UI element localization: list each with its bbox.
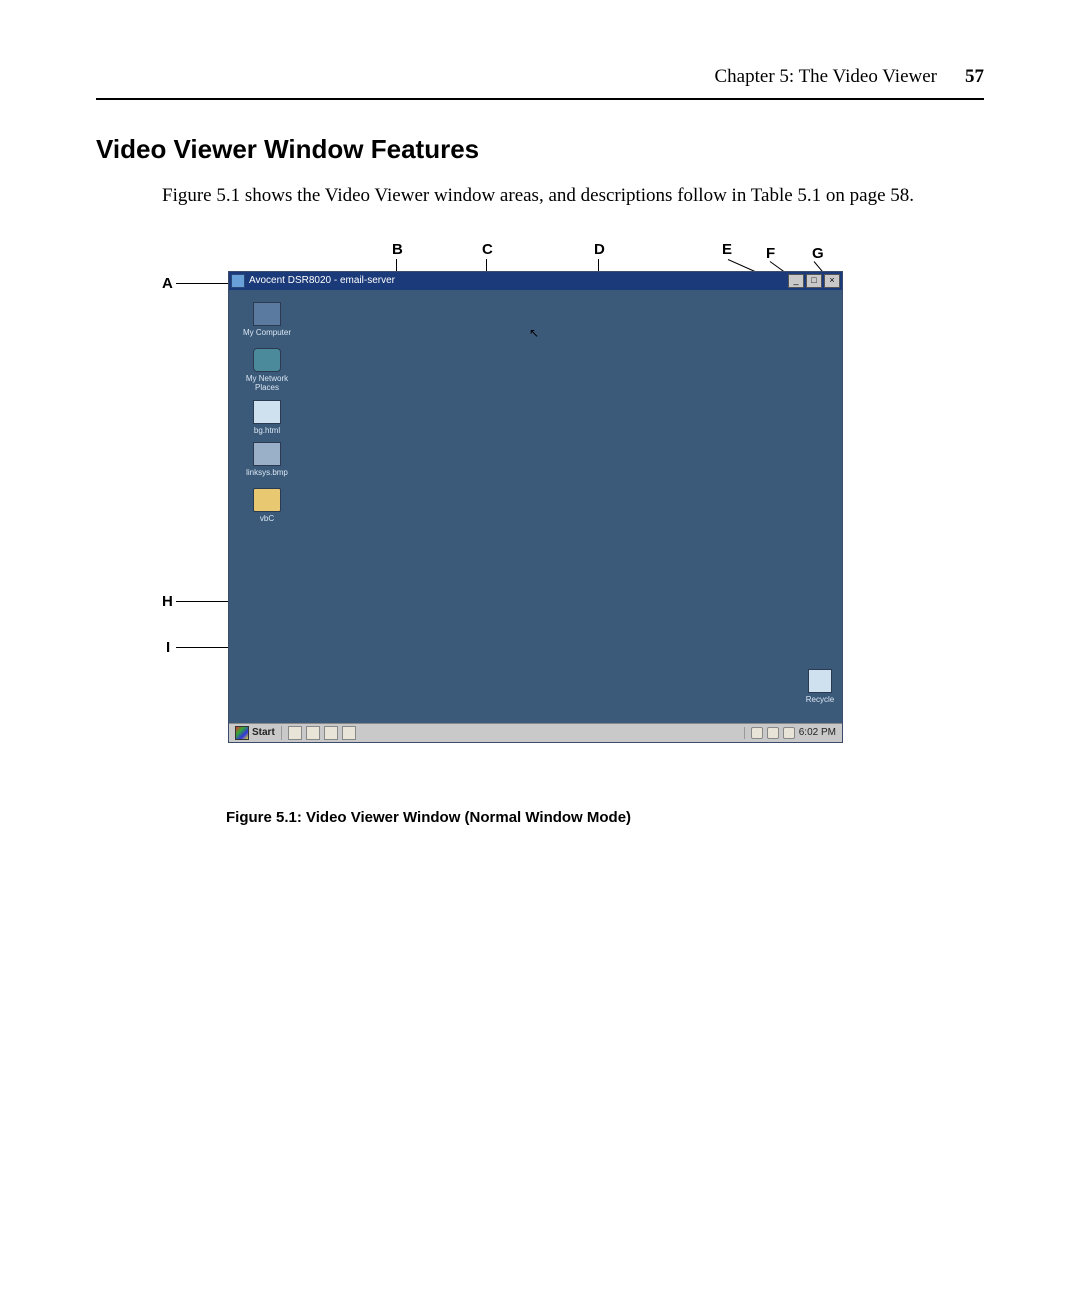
system-tray: 6:02 PM bbox=[744, 727, 842, 739]
quicklaunch-icon[interactable] bbox=[288, 726, 302, 740]
quicklaunch-icon[interactable] bbox=[342, 726, 356, 740]
icon-label: My Network Places bbox=[243, 374, 291, 392]
callout-E: E bbox=[722, 241, 732, 258]
callout-G: G bbox=[812, 245, 824, 262]
tray-icon[interactable] bbox=[767, 727, 779, 739]
callout-D: D bbox=[594, 241, 605, 258]
video-viewer-window: Avocent DSR8020 - email-server _ □ × Fil… bbox=[228, 271, 843, 743]
desktop-icon-linksys[interactable]: linksys.bmp bbox=[243, 442, 291, 477]
quicklaunch-icon[interactable] bbox=[306, 726, 320, 740]
maximize-button[interactable]: □ bbox=[806, 274, 822, 288]
cursor-icon: ↖ bbox=[529, 326, 539, 341]
section-heading: Video Viewer Window Features bbox=[96, 134, 984, 165]
clock: 6:02 PM bbox=[799, 727, 836, 738]
callout-B-label: B bbox=[392, 241, 403, 258]
chapter-label: Chapter 5: The Video Viewer bbox=[715, 66, 938, 88]
callout-F-label: F bbox=[766, 245, 775, 262]
desktop-icon-network[interactable]: My Network Places bbox=[243, 348, 291, 392]
computer-icon bbox=[253, 302, 281, 326]
icon-label: Recycle bbox=[802, 695, 838, 704]
callout-H: H bbox=[162, 593, 173, 610]
window-title: Avocent DSR8020 - email-server bbox=[249, 275, 395, 286]
running-header: Chapter 5: The Video Viewer 57 bbox=[96, 66, 984, 88]
icon-label: vbC bbox=[243, 514, 291, 523]
callout-D-label: D bbox=[594, 241, 605, 258]
app-icon bbox=[231, 274, 245, 288]
icon-label: My Computer bbox=[243, 328, 291, 337]
quicklaunch-icon[interactable] bbox=[324, 726, 338, 740]
icon-label: bg.html bbox=[243, 426, 291, 435]
callout-C-label: C bbox=[482, 241, 493, 258]
document-icon bbox=[253, 400, 281, 424]
image-icon bbox=[253, 442, 281, 466]
close-button[interactable]: × bbox=[824, 274, 840, 288]
recycle-bin[interactable]: Recycle bbox=[802, 669, 838, 704]
minimize-button[interactable]: _ bbox=[788, 274, 804, 288]
callout-B: B bbox=[392, 241, 403, 258]
titlebar[interactable]: Avocent DSR8020 - email-server _ □ × bbox=[229, 272, 842, 290]
page-number: 57 bbox=[965, 66, 984, 88]
desktop-icon-my-computer[interactable]: My Computer bbox=[243, 302, 291, 337]
callout-A: A bbox=[162, 275, 173, 292]
taskbar: Start 6:02 PM bbox=[229, 723, 842, 742]
tray-icon[interactable] bbox=[751, 727, 763, 739]
remote-desktop[interactable]: ↖ My Computer My Network Places bg.html … bbox=[229, 290, 842, 724]
recycle-icon bbox=[808, 669, 832, 693]
network-icon bbox=[253, 348, 281, 372]
callout-F: F bbox=[766, 245, 775, 262]
icon-label: linksys.bmp bbox=[243, 468, 291, 477]
start-button[interactable]: Start bbox=[229, 726, 282, 740]
callout-C: C bbox=[482, 241, 493, 258]
intro-paragraph: Figure 5.1 shows the Video Viewer window… bbox=[162, 183, 984, 209]
quick-launch bbox=[282, 726, 362, 740]
tray-icon[interactable] bbox=[783, 727, 795, 739]
document-page: Chapter 5: The Video Viewer 57 Video Vie… bbox=[0, 0, 1080, 1296]
callout-G-label: G bbox=[812, 245, 824, 262]
desktop-icon-bghtml[interactable]: bg.html bbox=[243, 400, 291, 435]
figure-area: A B C D E F G H bbox=[162, 235, 984, 795]
callout-E-label: E bbox=[722, 241, 732, 258]
figure-caption: Figure 5.1: Video Viewer Window (Normal … bbox=[226, 809, 984, 826]
desktop-icon-folder[interactable]: vbC bbox=[243, 488, 291, 523]
folder-icon bbox=[253, 488, 281, 512]
callout-I-label: I bbox=[166, 639, 170, 656]
callout-H-label: H bbox=[162, 593, 173, 610]
callout-I: I bbox=[166, 639, 170, 656]
callout-A-label: A bbox=[162, 275, 173, 292]
start-label: Start bbox=[252, 727, 275, 738]
header-rule bbox=[96, 98, 984, 100]
